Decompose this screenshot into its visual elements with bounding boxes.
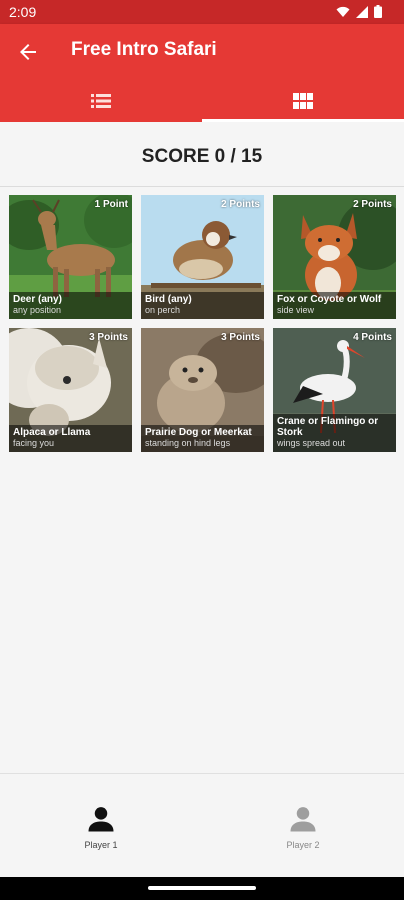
- card-fox[interactable]: 2 Points Fox or Coyote or Wolf side view: [273, 195, 396, 319]
- view-tabs: [0, 80, 404, 122]
- gesture-bar: [0, 877, 404, 900]
- card-prairie-dog[interactable]: 3 Points Prairie Dog or Meerkat standing…: [141, 328, 264, 452]
- page-title: Free Intro Safari: [71, 39, 217, 60]
- score-text: SCORE 0 / 15: [141, 146, 263, 167]
- card-detail: facing you: [13, 438, 55, 448]
- tab-grid-view[interactable]: [202, 80, 404, 122]
- card-alpaca[interactable]: 3 Points Alpaca or Llama facing you: [9, 328, 132, 452]
- card-bird[interactable]: 2 Points Bird (any) on perch: [141, 195, 264, 319]
- card-caption: Fox or Coyote or Wolf side view: [273, 292, 396, 319]
- status-bar: 2:09: [0, 0, 404, 24]
- points-badge: 2 Points: [221, 199, 260, 210]
- card-detail: any position: [13, 305, 62, 315]
- card-title: Fox or Coyote or Wolf: [277, 294, 382, 305]
- back-button[interactable]: [14, 38, 42, 66]
- player-label: Player 1: [84, 840, 118, 850]
- status-icons: [336, 5, 382, 18]
- player-label: Player 2: [286, 840, 320, 850]
- card-caption: Alpaca or Llama facing you: [9, 425, 132, 452]
- score-area: SCORE 0 / 15: [0, 122, 404, 187]
- card-title: Crane or Flamingo or Stork: [277, 416, 379, 438]
- card-caption: Crane or Flamingo or Stork wings spread …: [273, 414, 396, 452]
- points-badge: 4 Points: [353, 332, 392, 343]
- battery-icon: [374, 5, 382, 18]
- card-title: Prairie Dog or Meerkat: [145, 427, 252, 438]
- card-detail: on perch: [145, 305, 181, 315]
- list-icon: [91, 94, 111, 108]
- card-caption: Bird (any) on perch: [141, 292, 264, 319]
- card-title: Alpaca or Llama: [13, 427, 91, 438]
- points-badge: 3 Points: [89, 332, 128, 343]
- tab-list-view[interactable]: [0, 80, 202, 122]
- card-caption: Prairie Dog or Meerkat standing on hind …: [141, 425, 264, 452]
- card-detail: standing on hind legs: [145, 438, 231, 448]
- wifi-icon: [336, 6, 350, 17]
- points-badge: 2 Points: [353, 199, 392, 210]
- person-icon: [290, 807, 316, 832]
- app-bar: Free Intro Safari: [0, 24, 404, 122]
- card-title: Deer (any): [13, 294, 62, 305]
- points-badge: 1 Point: [94, 199, 128, 210]
- cell-signal-icon: [356, 5, 368, 18]
- card-deer[interactable]: 1 Point Deer (any) any position: [9, 195, 132, 319]
- person-icon: [88, 807, 114, 832]
- card-detail: side view: [277, 305, 315, 315]
- card-caption: Deer (any) any position: [9, 292, 132, 319]
- card-title: Bird (any): [145, 294, 192, 305]
- player-1-tab[interactable]: Player 1: [41, 804, 161, 850]
- card-detail: wings spread out: [277, 438, 346, 448]
- bottom-nav: Player 1 Player 2: [0, 773, 404, 878]
- card-stork[interactable]: 4 Points Crane or Flamingo or Stork wing…: [273, 328, 396, 452]
- home-indicator[interactable]: [148, 886, 256, 890]
- status-time: 2:09: [9, 4, 37, 20]
- grid-icon: [293, 93, 313, 109]
- player-2-tab[interactable]: Player 2: [243, 804, 363, 850]
- back-arrow-icon: [20, 44, 36, 60]
- points-badge: 3 Points: [221, 332, 260, 343]
